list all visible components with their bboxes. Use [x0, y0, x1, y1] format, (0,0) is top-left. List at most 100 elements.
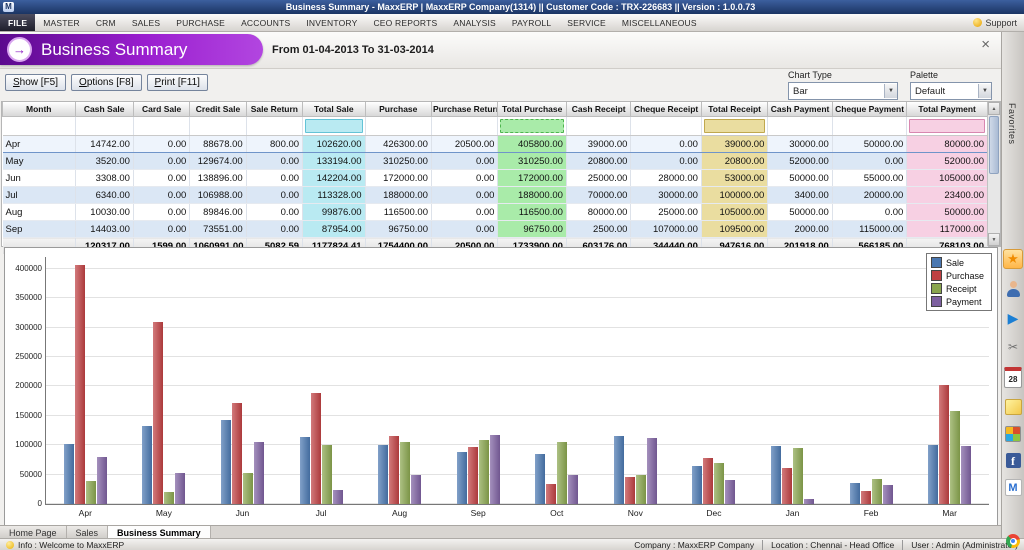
filter-cell[interactable]: [133, 117, 189, 136]
filter-cell[interactable]: [431, 117, 497, 136]
favorites-star-icon[interactable]: ★: [1003, 249, 1023, 269]
filter-cell[interactable]: [907, 117, 988, 136]
table-cell: 0.00: [431, 153, 497, 170]
column-header-cash-receipt[interactable]: Cash Receipt: [566, 102, 630, 117]
table-row-may[interactable]: May3520.000.00129674.000.00133194.003102…: [3, 153, 988, 170]
column-header-credit-sale[interactable]: Credit Sale: [190, 102, 246, 117]
facebook-icon[interactable]: f: [1006, 453, 1021, 468]
filter-cell[interactable]: [566, 117, 630, 136]
info-icon: [6, 541, 14, 549]
title-bar: M Business Summary - MaxxERP | MaxxERP C…: [0, 0, 1024, 14]
bar-payment: [175, 473, 185, 504]
scroll-down-icon[interactable]: ▼: [988, 233, 1000, 246]
status-right: Company : MaxxERP CompanyLocation : Chen…: [634, 540, 1018, 550]
table-row-aug[interactable]: Aug10030.000.0089846.000.0099876.0011650…: [3, 204, 988, 221]
filter-cell[interactable]: [3, 117, 76, 136]
app-logo-icon: M: [3, 2, 14, 12]
column-header-cheque-receipt[interactable]: Cheque Receipt: [631, 102, 702, 117]
menu-item-crm[interactable]: CRM: [88, 14, 124, 31]
play-icon[interactable]: ▶: [1004, 309, 1022, 327]
bar-group-jun: Jun: [203, 257, 282, 504]
x-axis-tick-label: Nov: [596, 504, 675, 518]
column-header-total-sale[interactable]: Total Sale: [303, 102, 365, 117]
document-tabs: Home PageSalesBusiness Summary: [0, 525, 1002, 539]
filter-cell[interactable]: [75, 117, 133, 136]
menu-item-service[interactable]: SERVICE: [559, 14, 614, 31]
table-row-jul[interactable]: Jul6340.000.00106988.000.00113328.001880…: [3, 187, 988, 204]
chart-type-select[interactable]: Bar: [788, 82, 898, 100]
bar-group-may: May: [125, 257, 204, 504]
menu-item-miscellaneous[interactable]: MISCELLANEOUS: [614, 14, 705, 31]
chrome-icon[interactable]: [1006, 534, 1020, 548]
column-header-total-receipt[interactable]: Total Receipt: [701, 102, 767, 117]
column-header-purchase-return[interactable]: Purchase Return: [431, 102, 497, 117]
menu-item-analysis[interactable]: ANALYSIS: [445, 14, 504, 31]
filter-cell[interactable]: [246, 117, 302, 136]
scrollbar-thumb[interactable]: [989, 116, 999, 174]
filter-cell[interactable]: [768, 117, 832, 136]
filter-cell[interactable]: [190, 117, 246, 136]
column-header-month[interactable]: Month: [3, 102, 76, 117]
scrollbar-track[interactable]: [988, 115, 1000, 233]
table-row-sep[interactable]: Sep14403.000.0073551.000.0087954.0096750…: [3, 221, 988, 238]
column-header-total-purchase[interactable]: Total Purchase: [498, 102, 566, 117]
menu-item-sales[interactable]: SALES: [124, 14, 168, 31]
table-cell: 0.00: [431, 187, 497, 204]
filter-cell[interactable]: [498, 117, 566, 136]
menu-item-accounts[interactable]: ACCOUNTS: [233, 14, 298, 31]
tools-icon[interactable]: ✂: [1004, 338, 1022, 356]
bar-sale: [771, 446, 781, 504]
x-axis-tick-label: Sep: [439, 504, 518, 518]
filter-cell[interactable]: [365, 117, 431, 136]
column-header-cheque-payment[interactable]: Cheque Payment: [832, 102, 907, 117]
column-header-card-sale[interactable]: Card Sale: [133, 102, 189, 117]
print-button[interactable]: Print [F11]: [147, 74, 208, 91]
menu-item-purchase[interactable]: PURCHASE: [168, 14, 233, 31]
options-button[interactable]: Options [F8]: [71, 74, 141, 91]
y-axis-tick-label: 250000: [8, 352, 42, 361]
table-row-apr[interactable]: Apr14742.000.0088678.00800.00102620.0042…: [3, 136, 988, 153]
maxxerp-icon[interactable]: M: [1005, 479, 1022, 496]
chevron-down-icon[interactable]: [884, 84, 897, 98]
palette-select[interactable]: Default: [910, 82, 992, 100]
chevron-down-icon[interactable]: [978, 84, 991, 98]
column-header-total-payment[interactable]: Total Payment: [907, 102, 988, 117]
filter-cell[interactable]: [701, 117, 767, 136]
table-scrollbar[interactable]: ▲ ▼: [987, 102, 1000, 246]
table-cell: 0.00: [631, 153, 702, 170]
column-header-sale-return[interactable]: Sale Return: [246, 102, 302, 117]
filter-cell[interactable]: [631, 117, 702, 136]
apps-icon[interactable]: [1005, 426, 1021, 442]
column-header-cash-sale[interactable]: Cash Sale: [75, 102, 133, 117]
menu-item-ceo-reports[interactable]: CEO REPORTS: [365, 14, 445, 31]
bar-purchase: [703, 458, 713, 504]
column-header-purchase[interactable]: Purchase: [365, 102, 431, 117]
column-color-swatch: [704, 119, 765, 133]
sidebar-icons: ★ ▶ ✂ 28 fM: [1002, 249, 1024, 496]
filter-cell[interactable]: [303, 117, 365, 136]
menu-item-payroll[interactable]: PAYROLL: [504, 14, 559, 31]
bar-purchase: [389, 436, 399, 505]
menu-item-master[interactable]: MASTER: [35, 14, 88, 31]
support-label: Support: [985, 18, 1017, 28]
notes-icon[interactable]: [1005, 399, 1022, 415]
user-icon[interactable]: [1004, 280, 1022, 298]
x-axis-tick-label: May: [125, 504, 204, 518]
support-button[interactable]: Support: [973, 14, 1024, 31]
y-axis-tick-label: 150000: [8, 411, 42, 420]
palette-label: Palette: [910, 70, 992, 80]
calendar-icon[interactable]: 28: [1004, 367, 1022, 388]
column-header-cash-payment[interactable]: Cash Payment: [768, 102, 832, 117]
bar-payment: [883, 485, 893, 504]
close-icon[interactable]: ×: [981, 37, 990, 52]
table-row-jun[interactable]: Jun3308.000.00138896.000.00142204.001720…: [3, 170, 988, 187]
y-axis-tick-label: 400000: [8, 264, 42, 273]
menu-item-inventory[interactable]: INVENTORY: [298, 14, 365, 31]
toolbar-buttons: Show [F5] Options [F8] Print [F11]: [5, 74, 208, 91]
filter-cell[interactable]: [832, 117, 907, 136]
show-button[interactable]: Show [F5]: [5, 74, 66, 91]
y-axis-tick-label: 100000: [8, 440, 42, 449]
menu-item-file[interactable]: FILE: [0, 14, 35, 31]
table-cell: 87954.00: [303, 221, 365, 238]
scroll-up-icon[interactable]: ▲: [988, 102, 1000, 115]
